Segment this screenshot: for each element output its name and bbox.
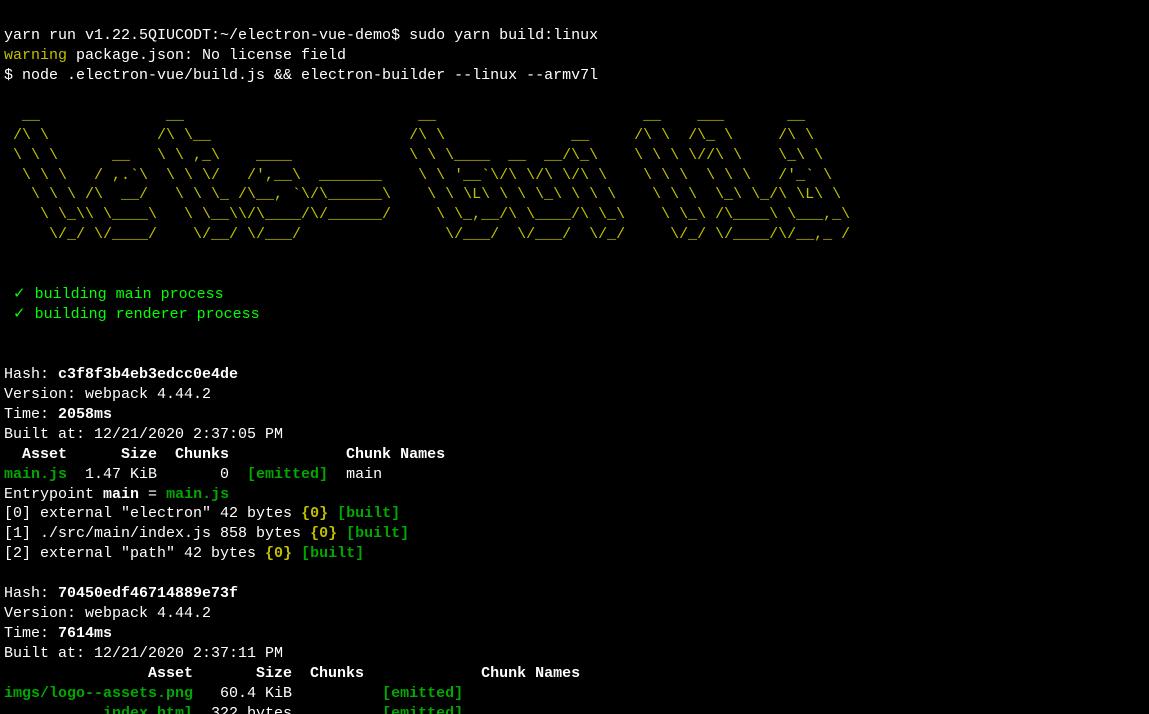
warning-text: package.json: No license field bbox=[67, 47, 346, 64]
version-label: Version: bbox=[4, 605, 85, 622]
version-value: webpack 4.44.2 bbox=[85, 386, 211, 403]
time-value: 7614ms bbox=[58, 625, 112, 642]
asset-pad bbox=[4, 705, 103, 714]
table-header: Asset Size Chunks Chunk Names bbox=[4, 446, 445, 463]
ascii-art-line: \ \ \ __ \ \ ,_\ ____ \ \ \____ __ __/\_… bbox=[4, 147, 823, 164]
built-label: Built at: bbox=[4, 426, 94, 443]
entrypoint-eq: = bbox=[139, 486, 166, 503]
prompt-line: yarn run v1.22.5QIUCODT:~/electron-vue-d… bbox=[4, 27, 598, 44]
module-chunk-id: {0} bbox=[310, 525, 337, 542]
progress-main: ✓ building main process bbox=[4, 286, 224, 303]
build-command: $ node .electron-vue/build.js && electro… bbox=[4, 67, 598, 84]
entrypoint-pre: Entrypoint bbox=[4, 486, 103, 503]
asset-indexhtml: index.html bbox=[103, 705, 193, 714]
hash-label: Hash: bbox=[4, 585, 58, 602]
module-row: [2] external "path" 42 bytes bbox=[4, 545, 265, 562]
built-badge: [built] bbox=[337, 525, 409, 542]
command-text: sudo yarn build:linux bbox=[409, 27, 598, 44]
version-value: webpack 4.44.2 bbox=[85, 605, 211, 622]
asset-row-rest: 322 bytes bbox=[193, 705, 382, 714]
built-label: Built at: bbox=[4, 645, 94, 662]
hash-value: 70450edf46714889e73f bbox=[58, 585, 238, 602]
progress-renderer: ✓ building renderer process bbox=[4, 306, 260, 323]
asset-mainjs: main.js bbox=[4, 466, 67, 483]
table-header: Asset Size Chunks Chunk Names bbox=[4, 665, 580, 682]
emitted-badge: [emitted] bbox=[247, 466, 328, 483]
asset-logo: imgs/logo--assets.png bbox=[4, 685, 193, 702]
entrypoint-name: main bbox=[103, 486, 139, 503]
emitted-badge: [emitted] bbox=[382, 705, 463, 714]
emitted-badge: [emitted] bbox=[382, 685, 463, 702]
ascii-art-line: \/_/ \/____/ \/__/ \/___/ \/___/ \/___/ … bbox=[4, 226, 850, 243]
time-label: Time: bbox=[4, 406, 58, 423]
terminal-output: yarn run v1.22.5QIUCODT:~/electron-vue-d… bbox=[0, 0, 1149, 714]
module-chunk-id: {0} bbox=[265, 545, 292, 562]
prompt-prefix: yarn run v1.22.5QIUCODT:~/electron-vue-d… bbox=[4, 27, 409, 44]
module-row: [1] ./src/main/index.js 858 bytes bbox=[4, 525, 310, 542]
version-label: Version: bbox=[4, 386, 85, 403]
ascii-art-line: __ __ __ __ ___ __ bbox=[4, 107, 823, 124]
asset-row-rest: 60.4 KiB bbox=[193, 685, 382, 702]
warning-label: warning bbox=[4, 47, 67, 64]
asset-row-rest: 1.47 KiB 0 bbox=[67, 466, 247, 483]
module-chunk-id: {0} bbox=[301, 505, 328, 522]
built-badge: [built] bbox=[292, 545, 364, 562]
ascii-art-line: \ \ \ /\ __/ \ \ \_ /\__, `\/\______\ \ … bbox=[4, 186, 841, 203]
time-label: Time: bbox=[4, 625, 58, 642]
hash-label: Hash: bbox=[4, 366, 58, 383]
entrypoint-file: main.js bbox=[166, 486, 229, 503]
built-value: 12/21/2020 2:37:11 PM bbox=[94, 645, 283, 662]
hash-value: c3f8f3b4eb3edcc0e4de bbox=[58, 366, 238, 383]
time-value: 2058ms bbox=[58, 406, 112, 423]
ascii-art-line: /\ \ /\ \__ /\ \ __ /\ \ /\_ \ /\ \ bbox=[4, 127, 823, 144]
built-value: 12/21/2020 2:37:05 PM bbox=[94, 426, 283, 443]
ascii-art-line: \ \_\\ \____\ \ \__\\/\____/\/______/ \ … bbox=[4, 206, 850, 223]
ascii-art-line: \ \ \ / ,.`\ \ \ \/ /',__\ _______ \ \ '… bbox=[4, 167, 832, 184]
built-badge: [built] bbox=[328, 505, 400, 522]
module-row: [0] external "electron" 42 bytes bbox=[4, 505, 301, 522]
chunk-name: main bbox=[328, 466, 382, 483]
